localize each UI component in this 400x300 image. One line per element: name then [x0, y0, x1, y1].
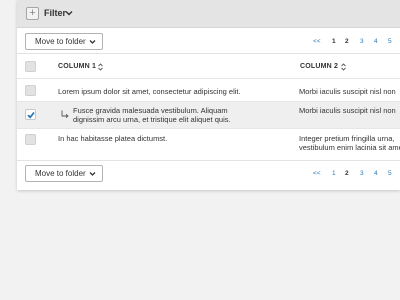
- move-to-folder-button[interactable]: Move to folder: [25, 33, 103, 50]
- pagination-page-5[interactable]: 5: [388, 38, 392, 45]
- pagination-page-1[interactable]: 1: [332, 170, 336, 177]
- row-checkbox[interactable]: [25, 85, 36, 96]
- cell-column-1: In hac habitasse platea dictumst.: [58, 134, 168, 143]
- cell-column-1-line-2: dignissim arcu urna, et tristique elit a…: [73, 115, 231, 124]
- cell-column-2-line-1: Integer pretium fringilla urna,: [299, 134, 395, 143]
- toolbar-top: Move to folder << 1 2 3 4 5: [17, 31, 400, 53]
- chevron-down-icon: [89, 172, 96, 176]
- pagination-page-2[interactable]: 2: [345, 38, 349, 45]
- move-to-folder-label: Move to folder: [35, 37, 86, 46]
- pagination-prev[interactable]: <<: [313, 170, 321, 177]
- table-row[interactable]: In hac habitasse platea dictumst. Intege…: [17, 129, 400, 159]
- divider: [17, 160, 400, 161]
- checkmark-icon: [27, 111, 35, 119]
- table-row[interactable]: Lorem ipsum dolor sit amet, consectetur …: [17, 79, 400, 102]
- pagination-page-3[interactable]: 3: [360, 170, 364, 177]
- pagination-page-1[interactable]: 1: [332, 38, 336, 45]
- cell-column-1-line-1: Fusce gravida malesuada vestibulum. Aliq…: [73, 106, 228, 115]
- cell-column-2-line-2: vestibulum enim lacinia sit amet: [299, 143, 400, 152]
- table-header: COLUMN 1 COLUMN 2: [17, 54, 400, 79]
- toolbar-bottom: Move to folder << 1 2 3 4 5: [17, 163, 400, 185]
- filter-label[interactable]: Filter: [44, 8, 66, 18]
- sort-icon[interactable]: [341, 63, 346, 71]
- pagination-page-4[interactable]: 4: [374, 38, 378, 45]
- move-to-folder-label: Move to folder: [35, 169, 86, 178]
- cell-column-2: Morbi iaculis suscipit nisl non: [299, 106, 396, 115]
- results-panel: + Filter Move to folder << 1 2 3 4 5 COL…: [17, 0, 400, 190]
- chevron-down-icon: [89, 40, 96, 44]
- filter-bar: + Filter: [17, 0, 400, 28]
- sort-icon[interactable]: [98, 63, 103, 71]
- pagination-page-5[interactable]: 5: [388, 170, 392, 177]
- table-row-selected[interactable]: Fusce gravida malesuada vestibulum. Aliq…: [17, 102, 400, 129]
- row-checkbox[interactable]: [25, 134, 36, 145]
- pagination-page-3[interactable]: 3: [360, 38, 364, 45]
- column-2-header[interactable]: COLUMN 2: [300, 63, 338, 70]
- add-filter-icon[interactable]: +: [26, 7, 39, 20]
- cell-column-2: Morbi iaculis suscipit nisl non: [299, 87, 396, 96]
- pagination-page-2[interactable]: 2: [345, 170, 349, 177]
- column-1-header[interactable]: COLUMN 1: [58, 63, 96, 70]
- child-row-arrow-icon: [61, 110, 69, 119]
- cell-column-1: Lorem ipsum dolor sit amet, consectetur …: [58, 87, 241, 96]
- select-all-checkbox[interactable]: [25, 61, 36, 72]
- pagination-page-4[interactable]: 4: [374, 170, 378, 177]
- pagination-prev[interactable]: <<: [313, 38, 321, 45]
- chevron-down-icon[interactable]: [65, 9, 73, 17]
- row-checkbox-checked[interactable]: [25, 109, 36, 120]
- move-to-folder-button[interactable]: Move to folder: [25, 165, 103, 182]
